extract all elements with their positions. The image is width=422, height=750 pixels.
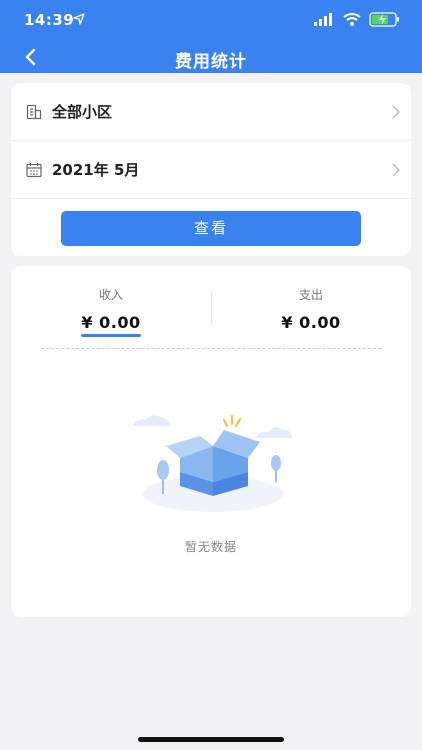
stats-card: 收入 ¥ 0.00 支出 ¥ 0.00 暂无数据 <box>11 266 411 617</box>
nav-bar: 费用统计 <box>0 40 422 73</box>
status-bar: 14:39 <box>0 0 422 40</box>
chevron-right-icon <box>392 163 400 177</box>
tab-expense[interactable]: 支出 ¥ 0.00 <box>211 284 411 340</box>
empty-box-illustration <box>133 414 292 512</box>
empty-state-text: 暂无数据 <box>184 540 237 554</box>
date-selector[interactable]: 2021年 5月 <box>11 141 411 199</box>
chevron-right-icon <box>392 105 400 119</box>
expense-label: 支出 <box>298 288 323 302</box>
cellular-signal-icon <box>314 13 332 26</box>
building-icon <box>26 104 42 120</box>
page-title: 费用统计 <box>175 52 247 72</box>
home-indicator[interactable] <box>138 737 284 742</box>
date-label: 2021年 5月 <box>52 161 140 179</box>
view-button[interactable]: 查看 <box>61 211 361 246</box>
community-selector[interactable]: 全部小区 <box>11 83 411 141</box>
status-icons <box>314 12 399 27</box>
active-tab-indicator <box>81 334 141 337</box>
dashed-divider <box>41 348 381 349</box>
income-label: 收入 <box>98 288 123 302</box>
community-label: 全部小区 <box>52 103 113 121</box>
location-arrow-icon <box>73 13 85 25</box>
wifi-icon <box>343 13 361 26</box>
battery-icon <box>369 12 399 27</box>
expense-value: ¥ 0.00 <box>281 313 341 332</box>
calendar-icon <box>26 163 42 178</box>
app-header: 14:39 费用统计 <box>0 0 422 73</box>
income-value: ¥ 0.00 <box>81 313 141 332</box>
filter-card: 全部小区 2021年 5月 查看 <box>11 83 411 256</box>
tab-income[interactable]: 收入 ¥ 0.00 <box>11 284 211 340</box>
status-time: 14:39 <box>24 11 75 29</box>
